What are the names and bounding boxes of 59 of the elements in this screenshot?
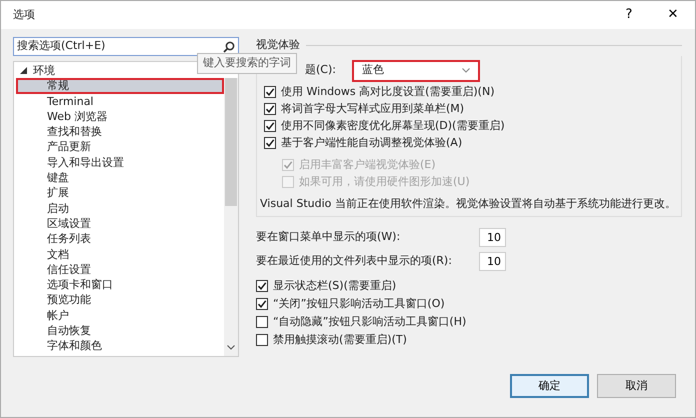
scroll-down-icon[interactable] <box>227 345 235 350</box>
close-button[interactable]: ✕ <box>651 1 695 29</box>
checkbox[interactable] <box>264 103 276 115</box>
theme-dropdown[interactable]: 蓝色 <box>352 60 480 82</box>
number-field[interactable]: 10 <box>479 228 506 246</box>
tree-item[interactable]: Terminal <box>16 94 224 109</box>
tooltip: 键入要搜索的字词 <box>197 53 297 74</box>
theme-label: 题(C): <box>305 62 336 78</box>
checkbox[interactable] <box>264 86 276 98</box>
count-label: 要在窗口菜单中显示的项(W): <box>256 228 402 245</box>
option-label: 将词首字母大写样式应用到菜单栏(M) <box>281 100 464 117</box>
count-label: 要在最近使用的文件列表中显示的项(R): <box>256 252 453 269</box>
checkbox[interactable] <box>256 280 268 292</box>
tree-item[interactable]: 产品更新 <box>16 139 224 155</box>
tree-item[interactable]: 信任设置 <box>16 262 224 278</box>
option-label: 禁用触摸滚动(需要重启)(T) <box>273 332 407 348</box>
tree-item[interactable]: 启动 <box>16 200 224 216</box>
option-label: 使用不同像素密度优化屏幕呈现(D)(需要重启) <box>281 118 505 134</box>
scrollbar-thumb[interactable] <box>225 78 237 206</box>
checkbox[interactable] <box>256 298 268 310</box>
option-label: 使用 Windows 高对比度设置(需要重启)(N) <box>281 84 494 100</box>
tree-item[interactable]: 预览功能 <box>16 292 224 308</box>
group-title: 视觉体验 <box>256 37 300 53</box>
option-label: 启用丰富客户端视觉体验(E) <box>299 156 436 173</box>
tree-item[interactable]: 查找和替换 <box>16 124 224 140</box>
cancel-button[interactable]: 取消 <box>597 374 676 398</box>
checkbox[interactable] <box>264 137 276 149</box>
tree-item[interactable]: 键盘 <box>16 170 224 186</box>
tree-item[interactable]: 区域设置 <box>16 216 224 232</box>
tree-item[interactable]: 帐户 <box>16 308 224 324</box>
search-field[interactable]: 搜索选项(Ctrl+E) <box>13 37 239 56</box>
option-label: 如果可用，请使用硬件图形加速(U) <box>299 174 470 190</box>
option-label: 显示状态栏(S)(需要重启) <box>273 278 396 294</box>
tree-item[interactable]: 扩展 <box>16 185 224 201</box>
expand-arrow-icon[interactable] <box>20 67 27 74</box>
checkbox[interactable] <box>264 120 276 132</box>
tree-item[interactable]: 导入和导出设置 <box>16 154 224 170</box>
search-input[interactable]: 搜索选项(Ctrl+E) <box>17 38 223 55</box>
scrollbar[interactable] <box>224 78 238 356</box>
option-label: “关闭”按钮只影响活动工具窗口(O) <box>273 296 445 312</box>
tree-item[interactable]: 选项卡和窗口 <box>16 277 224 292</box>
window-title: 选项 <box>13 6 35 23</box>
dropdown-value: 蓝色 <box>362 62 384 78</box>
checkbox[interactable] <box>256 334 268 346</box>
tree-item[interactable]: 字体和颜色 <box>16 338 224 354</box>
tree-item[interactable]: 任务列表 <box>16 231 224 247</box>
ok-button[interactable]: 确定 <box>510 374 589 398</box>
option-label: 基于客户端性能自动调整视觉体验(A) <box>281 134 462 151</box>
number-field[interactable]: 10 <box>479 252 506 270</box>
note-text: Visual Studio 当前正在使用软件渲染。视觉体验设置将自动基于系统功能进行更改。 <box>260 196 677 212</box>
checkbox[interactable] <box>256 316 268 328</box>
option-label: “自动隐藏”按钮只影响活动工具窗口(H) <box>273 314 466 330</box>
tree-item[interactable]: 自动恢复 <box>16 323 224 338</box>
tree-item[interactable]: 常规 <box>16 78 224 94</box>
help-button[interactable]: ? <box>607 1 651 29</box>
tree-item[interactable]: 文档 <box>16 246 224 262</box>
search-icon <box>223 40 235 52</box>
tree-item[interactable]: 环境 <box>33 63 55 78</box>
tree-item[interactable]: Web 浏览器 <box>16 108 224 124</box>
